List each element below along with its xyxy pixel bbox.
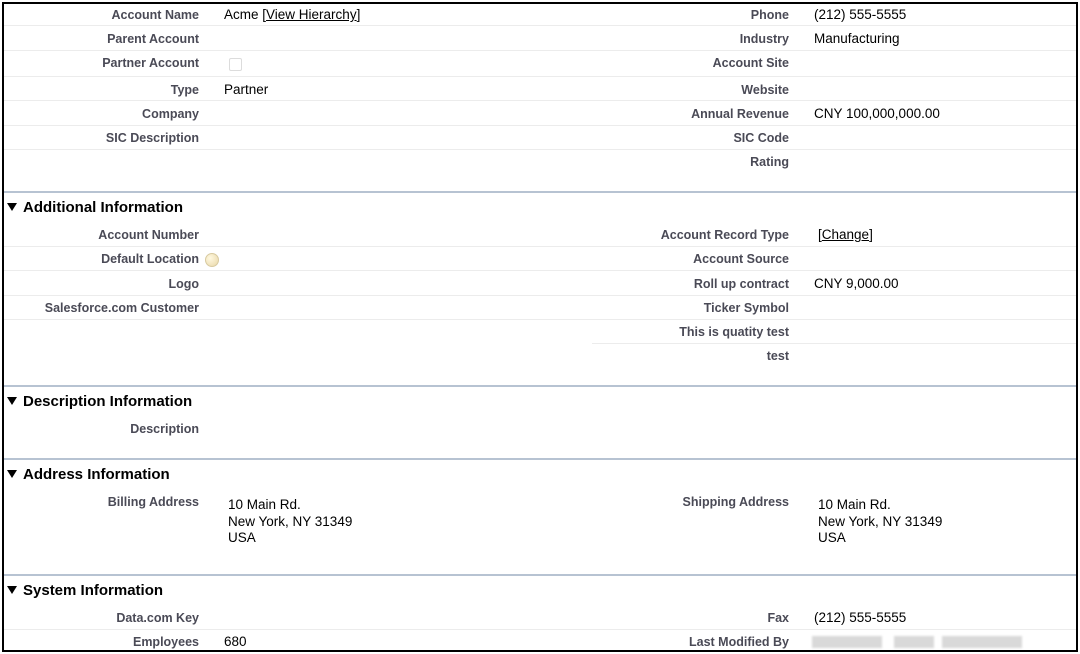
field-label: Account Name (111, 8, 199, 22)
employees-value: 680 (224, 634, 247, 649)
row-divider (4, 295, 1076, 296)
field-label: Website (741, 83, 789, 97)
field-label: Default Location (101, 252, 199, 266)
phone-value: (212) 555-5555 (814, 7, 907, 22)
field-label: Account Record Type (660, 228, 789, 242)
type-value: Partner (224, 82, 269, 97)
redacted-block (812, 636, 882, 648)
field-label: Roll up contract (693, 277, 789, 291)
system-info-header[interactable]: System Information (4, 582, 163, 606)
field-label: Salesforce.com Customer (44, 301, 199, 315)
redacted-block (894, 636, 934, 648)
field-label: Phone (750, 8, 789, 22)
row-divider (4, 246, 1076, 247)
annual-revenue-value: CNY 100,000,000.00 (814, 106, 940, 121)
view-hierarchy-link[interactable]: View Hierarchy (266, 7, 357, 22)
fax-value: (212) 555-5555 (814, 610, 907, 625)
field-label: test (766, 349, 789, 363)
section-title: Description Information (23, 393, 193, 410)
record-type-change: [Change] (818, 227, 873, 242)
field-label: Description (130, 422, 199, 436)
industry-value: Manufacturing (814, 31, 900, 46)
section-divider (4, 458, 1076, 460)
redacted-block (942, 636, 1022, 648)
collapse-triangle-icon[interactable] (7, 203, 17, 211)
field-label: Industry (739, 32, 789, 46)
additional-info-header[interactable]: Additional Information (4, 199, 183, 223)
field-label: Company (142, 107, 199, 121)
row-divider (4, 50, 1076, 51)
row-divider (592, 343, 1076, 344)
section-divider (4, 191, 1076, 193)
collapse-triangle-icon[interactable] (7, 470, 17, 478)
row-divider (4, 100, 1076, 101)
field-label: Last Modified By (688, 635, 789, 649)
row-divider (4, 125, 1076, 126)
section-divider (4, 574, 1076, 576)
field-label: Employees (132, 635, 199, 649)
field-label: Partner Account (102, 56, 199, 70)
field-label: Billing Address (107, 495, 199, 509)
partner-account-checkbox (229, 58, 242, 71)
roll-up-contract-value: CNY 9,000.00 (814, 276, 899, 291)
field-label: Ticker Symbol (703, 301, 789, 315)
section-title: Address Information (23, 466, 170, 483)
section-divider (4, 385, 1076, 387)
account-detail-panel: Account Name Acme [View Hierarchy] Phone… (2, 2, 1078, 652)
billing-address-value: 10 Main Rd. New York, NY 31349 USA (228, 497, 353, 545)
field-label: This is quatity test (679, 325, 789, 339)
field-label: SIC Description (105, 131, 199, 145)
field-label: Account Number (98, 228, 199, 242)
field-label: Account Site (712, 56, 789, 70)
row-divider (4, 25, 1076, 26)
field-label: Parent Account (107, 32, 199, 46)
address-info-header[interactable]: Address Information (4, 466, 170, 490)
change-record-type-link[interactable]: Change (822, 227, 869, 242)
collapse-triangle-icon[interactable] (7, 586, 17, 594)
description-info-header[interactable]: Description Information (4, 393, 192, 417)
row-divider (4, 319, 1076, 320)
field-label: Rating (750, 155, 789, 169)
field-label: Type (170, 83, 199, 97)
field-label: Fax (767, 611, 789, 625)
row-divider (4, 149, 1076, 150)
section-title: Additional Information (23, 199, 183, 216)
field-label: Shipping Address (682, 495, 790, 509)
row-divider (4, 76, 1076, 77)
field-label: Account Source (693, 252, 789, 266)
section-title: System Information (23, 582, 164, 599)
field-label: Logo (168, 277, 199, 291)
account-name-text: Acme (224, 7, 259, 22)
account-name-value: Acme [View Hierarchy] (224, 7, 361, 22)
collapse-triangle-icon[interactable] (7, 397, 17, 405)
row-divider (4, 270, 1076, 271)
shipping-address-value: 10 Main Rd. New York, NY 31349 USA (818, 497, 943, 545)
field-label: Annual Revenue (691, 107, 789, 121)
help-info-icon[interactable] (205, 253, 219, 267)
field-label: SIC Code (733, 131, 789, 145)
field-label: Data.com Key (116, 611, 199, 625)
row-divider (4, 629, 1076, 630)
